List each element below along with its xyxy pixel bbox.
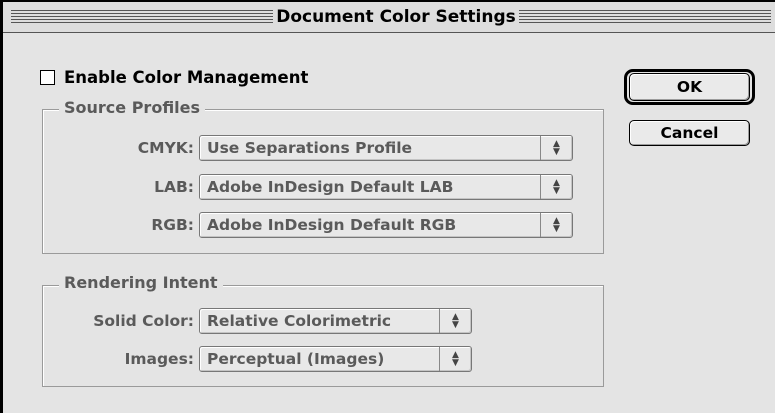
cancel-button[interactable]: Cancel xyxy=(629,120,750,146)
title-bar[interactable]: Document Color Settings xyxy=(3,2,775,33)
lab-popup-value: Adobe InDesign Default LAB xyxy=(207,178,454,196)
images-label: Images: xyxy=(124,350,194,368)
solid-color-popup[interactable]: Relative Colorimetric ▲ ▼ xyxy=(199,308,472,334)
rgb-label: RGB: xyxy=(151,216,194,234)
updown-arrows-icon: ▲ ▼ xyxy=(540,213,572,237)
source-profiles-title: Source Profiles xyxy=(59,98,206,118)
ok-button[interactable]: OK xyxy=(629,73,750,101)
images-popup-value: Perceptual (Images) xyxy=(207,350,385,368)
rgb-popup-value: Adobe InDesign Default RGB xyxy=(207,216,457,234)
dialog-title: Document Color Settings xyxy=(276,7,516,27)
images-popup[interactable]: Perceptual (Images) ▲ ▼ xyxy=(199,346,472,372)
updown-arrows-icon: ▲ ▼ xyxy=(540,175,572,199)
enable-color-management-label: Enable Color Management xyxy=(64,67,309,87)
rgb-popup[interactable]: Adobe InDesign Default RGB ▲ ▼ xyxy=(199,212,573,238)
title-bar-stripes-right xyxy=(519,10,771,24)
rendering-intent-title: Rendering Intent xyxy=(59,273,223,293)
cmyk-popup[interactable]: Use Separations Profile ▲ ▼ xyxy=(199,135,573,161)
cmyk-label: CMYK: xyxy=(137,139,194,157)
enable-color-management[interactable]: Enable Color Management xyxy=(40,66,308,88)
updown-arrows-icon: ▲ ▼ xyxy=(439,347,471,371)
dialog-window: Document Color Settings Enable Color Man… xyxy=(0,0,775,413)
title-bar-stripes-left xyxy=(11,10,273,24)
cmyk-popup-value: Use Separations Profile xyxy=(207,139,413,157)
updown-arrows-icon: ▲ ▼ xyxy=(540,136,572,160)
checkbox-icon[interactable] xyxy=(40,69,55,85)
solid-color-popup-value: Relative Colorimetric xyxy=(207,312,392,330)
solid-color-label: Solid Color: xyxy=(93,312,194,330)
lab-popup[interactable]: Adobe InDesign Default LAB ▲ ▼ xyxy=(199,174,573,200)
updown-arrows-icon: ▲ ▼ xyxy=(439,309,471,333)
lab-label: LAB: xyxy=(154,178,194,196)
